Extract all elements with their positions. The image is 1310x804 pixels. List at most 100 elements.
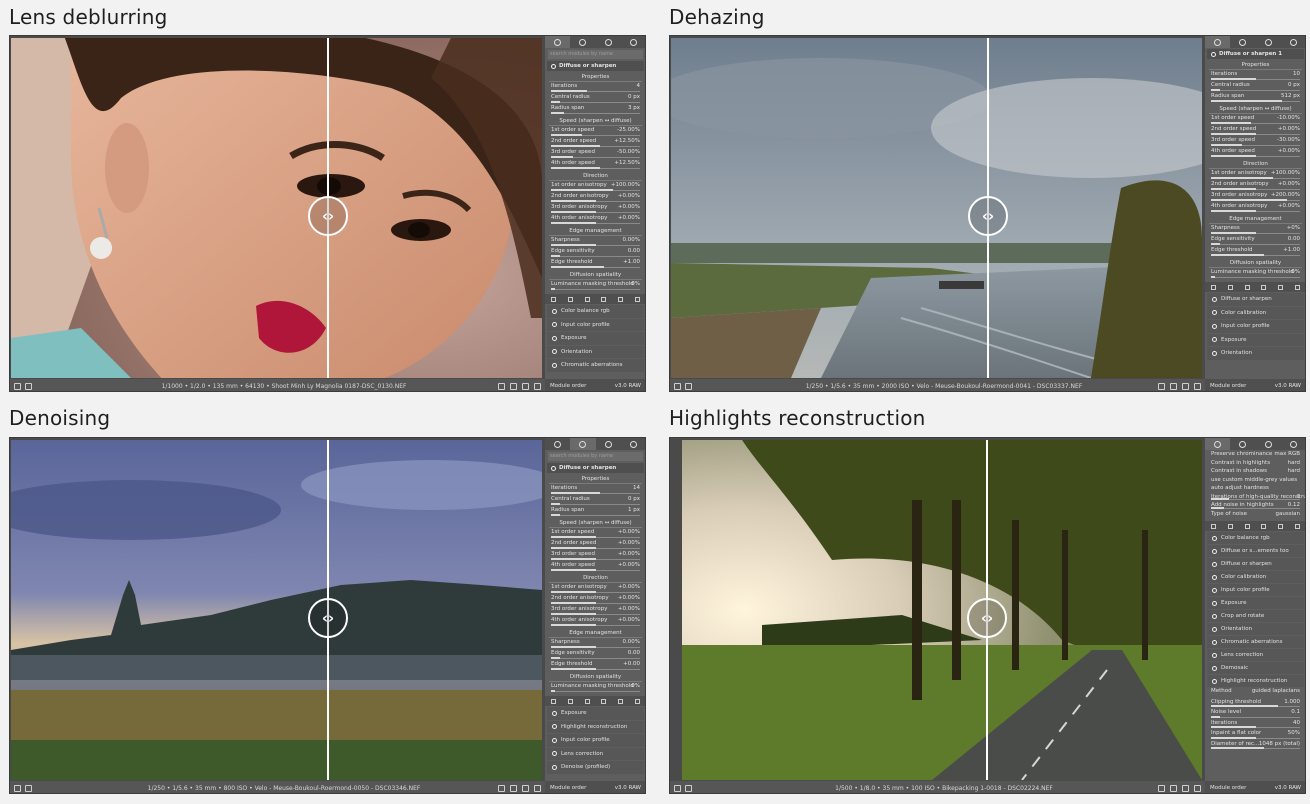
comparison-image[interactable]: ‹› [11,440,542,780]
grid-icon[interactable] [25,382,32,390]
module-tab-icon[interactable] [601,698,607,704]
slider-row[interactable]: 3rd order speed -50.00% [549,148,642,159]
slider-track[interactable] [1211,122,1300,124]
tab-active-modules[interactable] [545,36,571,48]
slider-track[interactable] [1211,498,1300,500]
comparison-image[interactable]: ‹› [11,38,542,378]
tab-base[interactable] [1230,438,1255,450]
slider-row[interactable]: Central radius 0 px [549,93,642,104]
slider-row[interactable]: Add noise in highlights 0.12 [1209,501,1302,510]
module-item[interactable]: Orientation [1207,347,1304,360]
slider-row[interactable]: 4th order anisotropy +0.00% [549,616,642,627]
module-tab-icon[interactable] [584,296,590,302]
power-icon[interactable] [1212,574,1217,580]
power-icon[interactable] [551,63,556,69]
preset-icon[interactable] [550,296,556,302]
module-item[interactable]: Color calibration [1207,306,1304,319]
power-icon[interactable] [1212,310,1217,316]
tab-effects[interactable] [621,36,645,48]
slider-row[interactable]: Iterations of high-quality reconstructio… [1209,493,1305,502]
slider-track[interactable] [551,547,640,549]
module-item[interactable]: Exposure [547,707,644,720]
grid-icon[interactable] [685,784,692,792]
module-item[interactable]: Input color profile [1207,584,1304,596]
softproof-icon[interactable] [1170,382,1177,390]
power-icon[interactable] [1212,613,1217,619]
power-icon[interactable] [1212,587,1217,593]
slider-row[interactable]: 1st order speed -10.00% [1209,114,1302,125]
slider-row[interactable]: Edge sensitivity 0.00 [1209,235,1302,246]
module-item[interactable]: Diffuse or sharpen [1207,293,1304,306]
power-icon[interactable] [552,308,557,314]
gamut-icon[interactable] [1182,382,1189,390]
power-icon[interactable] [552,724,557,730]
slider-track[interactable] [551,624,640,626]
slider-row[interactable]: Luminance masking threshold 0% [549,682,642,693]
tab-active-modules[interactable] [1205,36,1231,48]
slider-row[interactable]: 2nd order anisotropy +0.00% [549,594,642,605]
module-tab-icon[interactable] [601,296,607,302]
slider-row[interactable]: 3rd order speed -30.00% [1209,136,1302,147]
menu-icon[interactable] [14,382,21,390]
slider-row[interactable]: 4th order speed +0.00% [1209,147,1302,158]
slider-track[interactable] [1211,736,1300,739]
slider-track[interactable] [551,101,640,103]
reset-icon[interactable] [567,698,573,704]
preset-icon[interactable] [550,698,556,704]
slider-row[interactable]: 2nd order anisotropy +0.00% [1209,180,1302,191]
module-tab-icon[interactable] [635,296,641,302]
power-icon[interactable] [1212,626,1217,632]
overexposed-icon[interactable] [498,784,505,792]
gamut-icon[interactable] [1182,784,1189,792]
module-tab-icon[interactable] [1261,523,1267,529]
module-tab-icon[interactable] [1278,523,1284,529]
slider-row[interactable]: 3rd order anisotropy +0.00% [549,605,642,616]
slider-track[interactable] [1211,705,1300,707]
slider-track[interactable] [1211,232,1300,234]
slider-track[interactable] [551,266,640,268]
module-item[interactable]: Lens correction [1207,649,1304,661]
slider-track[interactable] [551,244,640,246]
module-item[interactable]: Highlight reconstruction [547,720,644,733]
comparison-image[interactable]: ‹› [682,440,1202,780]
power-icon[interactable] [1212,561,1217,567]
module-item[interactable]: Exposure [547,332,644,345]
reset-icon[interactable] [567,296,573,302]
slider-row[interactable]: Type of noise gaussian [1209,510,1302,519]
tab-color[interactable] [1256,36,1281,48]
slider-track[interactable] [551,569,640,571]
power-icon[interactable] [1211,51,1216,57]
module-item[interactable]: Input color profile [547,318,644,331]
slider-row[interactable]: Edge threshold +1.00 [1209,246,1302,257]
tab-color[interactable] [596,438,621,450]
power-icon[interactable] [1212,296,1217,302]
module-item[interactable]: Orientation [1207,623,1304,635]
slider-row[interactable]: Contrast in highlights hard [1209,459,1302,468]
slider-track[interactable] [1211,78,1300,80]
slider-track[interactable] [551,657,640,659]
module-tab-icon[interactable] [635,698,641,704]
module-item[interactable]: Diffuse or sharpen [1207,558,1304,570]
module-header[interactable]: Diffuse or sharpen [547,463,644,473]
slider-track[interactable] [1211,747,1300,749]
tab-active-modules[interactable] [1205,438,1231,450]
slider-track[interactable] [551,167,640,169]
tab-active-modules[interactable] [545,438,570,450]
module-tab-icon[interactable] [1261,284,1267,290]
compare-handle-icon[interactable]: ‹› [308,598,348,638]
slider-row[interactable]: 2nd order speed +0.00% [1209,125,1302,136]
grid-icon[interactable] [25,784,32,792]
slider-row[interactable]: 1st order anisotropy +100.00% [549,181,642,192]
slider-row[interactable]: 4th order anisotropy +0.00% [1209,202,1302,213]
module-order-value[interactable]: v3.0 RAW [615,383,641,389]
power-icon[interactable] [1212,535,1217,541]
slider-row[interactable]: Method guided laplacians [1209,687,1302,698]
module-tab-icon[interactable] [618,296,624,302]
slider-track[interactable] [551,90,640,92]
slider-row[interactable]: Iterations 4 [549,82,642,93]
gamut-icon[interactable] [522,382,529,390]
focus-peaking-icon[interactable] [534,382,541,390]
module-tab-icon[interactable] [1244,523,1250,529]
module-item[interactable]: Chromatic aberrations [547,359,644,372]
slider-track[interactable] [1211,506,1300,509]
